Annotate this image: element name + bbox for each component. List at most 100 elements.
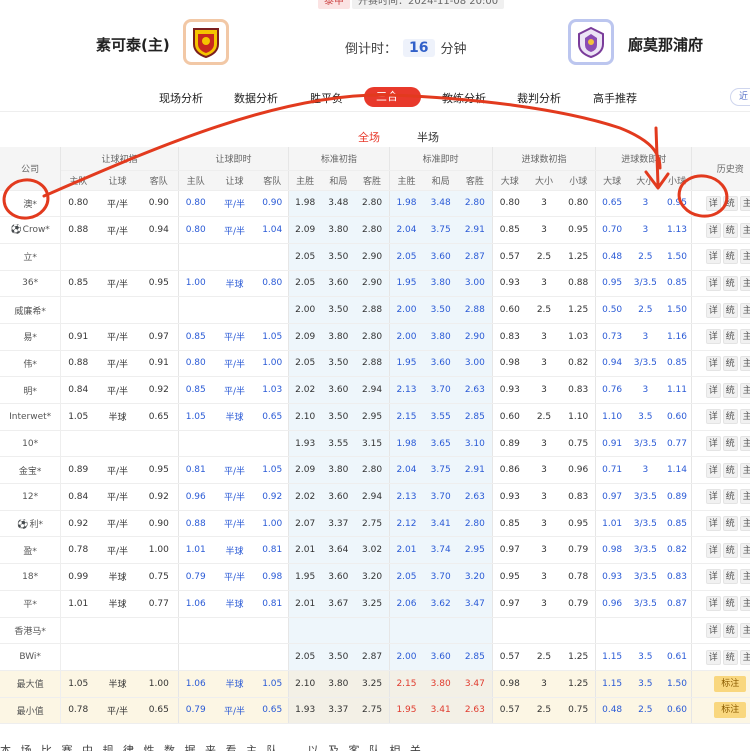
detail-button[interactable]: 详 (705, 462, 721, 478)
table-row[interactable]: ⚽Crow* 0.88 平/半 0.94 0.80 平/半 1.04 2.09 3.80 2.80… (0, 216, 750, 244)
table-row[interactable]: 12* 0.84 平/半 0.92 0.96 平/半 0.92 2.02 3.60 2.94 2.1… (0, 483, 750, 511)
stats-button[interactable]: 统 (722, 302, 738, 318)
company-cell[interactable]: 12* (0, 483, 62, 511)
detail-button[interactable]: 详 (705, 409, 721, 425)
company-cell[interactable]: 香港马* (0, 617, 62, 645)
home-button[interactable]: 主 (739, 382, 750, 398)
home-button[interactable]: 主 (739, 596, 750, 612)
table-row[interactable]: 立* 2.05 3.50 2.90 2.05 3.60 2.87 0.57 2.5 1.25 0.4… (0, 243, 750, 271)
tab-expert-picks[interactable]: 高手推荐 (593, 90, 637, 106)
table-row[interactable]: 36* 0.85 平/半 0.95 1.00 半球 0.80 2.05 3.60 2.90 1.95… (0, 270, 750, 298)
detail-button[interactable]: 详 (705, 569, 721, 585)
home-button[interactable]: 主 (739, 649, 750, 665)
home-button[interactable]: 主 (739, 249, 750, 265)
stats-button[interactable]: 统 (722, 649, 738, 665)
company-cell[interactable]: 威廉希* (0, 296, 62, 324)
company-cell[interactable]: 澳* (0, 190, 62, 218)
home-button[interactable]: 主 (739, 622, 750, 638)
table-row[interactable]: Interwet* 1.05 半球 0.65 1.05 半球 0.65 2.10 3.50 2.9… (0, 403, 750, 431)
stats-button[interactable]: 统 (722, 622, 738, 638)
table-row[interactable]: 香港马* 详统主 (0, 617, 750, 645)
detail-button[interactable]: 详 (705, 222, 721, 238)
home-button[interactable]: 主 (739, 542, 750, 558)
table-row[interactable]: 18* 0.99 半球 0.75 0.79 平/半 0.98 1.95 3.60 3.20 2.05… (0, 563, 750, 591)
detail-button[interactable]: 详 (705, 195, 721, 211)
stats-button[interactable]: 统 (722, 222, 738, 238)
detail-button[interactable]: 详 (705, 649, 721, 665)
detail-button[interactable]: 详 (705, 302, 721, 318)
stats-button[interactable]: 统 (722, 569, 738, 585)
stats-button[interactable]: 统 (722, 329, 738, 345)
stats-button[interactable]: 统 (722, 516, 738, 532)
detail-button[interactable]: 详 (705, 329, 721, 345)
home-button[interactable]: 主 (739, 329, 750, 345)
detail-button[interactable]: 详 (705, 275, 721, 291)
company-cell[interactable]: 伟* (0, 350, 62, 378)
home-button[interactable]: 主 (739, 355, 750, 371)
company-cell[interactable]: 36* (0, 270, 62, 298)
stats-button[interactable]: 统 (722, 275, 738, 291)
company-cell[interactable]: 18* (0, 563, 62, 591)
tab-three-in-one[interactable]: 三合一 (364, 87, 421, 107)
table-row[interactable]: 明* 0.84 平/半 0.92 0.85 平/半 1.03 2.02 3.60 2.94 2.13… (0, 376, 750, 404)
company-cell[interactable]: 明* (0, 376, 62, 404)
table-row[interactable]: ⚽利* 0.92 平/半 0.90 0.88 平/半 1.00 2.07 3.37 2.75 2.1… (0, 510, 750, 538)
table-row[interactable]: 易* 0.91 平/半 0.97 0.85 平/半 1.05 2.09 3.80 2.80 2.00… (0, 323, 750, 351)
stats-button[interactable]: 统 (722, 249, 738, 265)
detail-button[interactable]: 详 (705, 249, 721, 265)
stats-button[interactable]: 统 (722, 489, 738, 505)
note-button[interactable]: 标注 (714, 702, 747, 719)
tab-half-time[interactable]: 半场 (417, 129, 439, 145)
table-row[interactable]: 伟* 0.88 平/半 0.91 0.80 平/半 1.00 2.05 3.50 2.88 1.95… (0, 350, 750, 378)
note-button[interactable]: 标注 (714, 675, 747, 692)
tab-live-analysis[interactable]: 现场分析 (159, 90, 203, 106)
home-button[interactable]: 主 (739, 302, 750, 318)
stats-button[interactable]: 统 (722, 195, 738, 211)
home-button[interactable]: 主 (739, 275, 750, 291)
away-team-logo[interactable] (568, 19, 614, 65)
table-row[interactable]: 威廉希* 2.00 3.50 2.88 2.00 3.50 2.88 0.60 2.5 1.25 0… (0, 296, 750, 324)
home-button[interactable]: 主 (739, 569, 750, 585)
company-cell[interactable]: 易* (0, 323, 62, 351)
detail-button[interactable]: 详 (705, 355, 721, 371)
home-button[interactable]: 主 (739, 222, 750, 238)
company-cell[interactable]: 平* (0, 590, 62, 618)
detail-button[interactable]: 详 (705, 542, 721, 558)
tab-coach-analysis[interactable]: 教练分析 (442, 90, 486, 106)
detail-button[interactable]: 详 (705, 622, 721, 638)
home-button[interactable]: 主 (739, 195, 750, 211)
tab-referee-analysis[interactable]: 裁判分析 (517, 90, 561, 106)
stats-button[interactable]: 统 (722, 542, 738, 558)
detail-button[interactable]: 详 (705, 436, 721, 452)
tab-1x2[interactable]: 胜平负 (310, 90, 343, 106)
table-row[interactable]: 平* 1.01 半球 0.77 1.06 半球 0.81 2.01 3.67 3.25 2.06 3.… (0, 590, 750, 618)
company-cell[interactable]: ⚽利* (0, 510, 62, 538)
detail-button[interactable]: 详 (705, 382, 721, 398)
company-cell[interactable]: 立* (0, 243, 62, 271)
tab-data-analysis[interactable]: 数据分析 (234, 90, 278, 106)
company-cell[interactable]: 10* (0, 430, 62, 458)
detail-button[interactable]: 详 (705, 489, 721, 505)
stats-button[interactable]: 统 (722, 596, 738, 612)
table-row[interactable]: 盈* 0.78 平/半 1.00 1.01 半球 0.81 2.01 3.64 3.02 2.01 3… (0, 536, 750, 565)
tab-full-time[interactable]: 全场 (358, 129, 380, 150)
table-row[interactable]: 澳* 0.80 平/半 0.90 0.80 平/半 0.90 1.98 3.48 2.80 1.98… (0, 190, 750, 218)
home-button[interactable]: 主 (739, 462, 750, 478)
recent-button[interactable]: 近 (730, 88, 750, 106)
stats-button[interactable]: 统 (722, 409, 738, 425)
detail-button[interactable]: 详 (705, 596, 721, 612)
stats-button[interactable]: 统 (722, 382, 738, 398)
home-team-name[interactable]: 素可泰(主) (96, 34, 170, 55)
detail-button[interactable]: 详 (705, 516, 721, 532)
home-button[interactable]: 主 (739, 489, 750, 505)
company-cell[interactable]: 盈* (0, 536, 62, 565)
company-cell[interactable]: ⚽Crow* (0, 216, 62, 244)
home-team-logo[interactable] (183, 19, 229, 65)
home-button[interactable]: 主 (739, 409, 750, 425)
stats-button[interactable]: 统 (722, 355, 738, 371)
table-row[interactable]: BWi* 2.05 3.50 2.87 2.00 3.60 2.85 0.57 2.5 1.25 1… (0, 643, 750, 671)
table-row[interactable]: 金宝* 0.89 平/半 0.95 0.81 平/半 1.05 2.09 3.80 2.80 2.0… (0, 456, 750, 485)
company-cell[interactable]: Interwet* (0, 403, 62, 431)
home-button[interactable]: 主 (739, 516, 750, 532)
company-cell[interactable]: BWi* (0, 643, 62, 671)
